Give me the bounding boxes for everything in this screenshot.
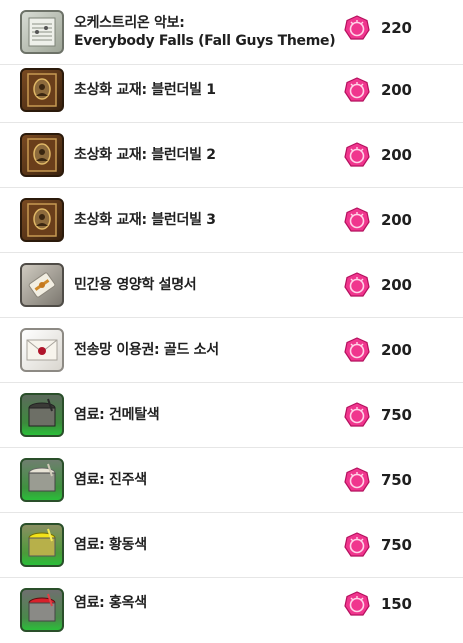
item-name: 전송망 이용권: 골드 소서 [74,318,344,382]
item-name-line1: 염료: 건메탈색 [74,407,160,423]
list-item[interactable]: 민간용 영양학 설명서 200 [0,253,463,318]
portrait-book-icon [20,133,64,177]
price-value: 750 [381,536,412,554]
portrait-book-icon [20,198,64,242]
currency-coin-icon [344,337,370,362]
dye-pot-icon [20,588,64,632]
price-value: 200 [381,341,412,359]
currency-coin-icon [344,402,370,427]
price-value: 750 [381,471,412,489]
music-sheet-icon [20,10,64,54]
item-name-line1: 오케스트리온 악보: [74,15,185,31]
list-item[interactable]: 초상화 교재: 블런더빌 3 200 [0,188,463,253]
item-price: 220 [344,15,412,41]
item-name: 오케스트리온 악보: Everybody Falls (Fall Guys Th… [74,0,344,64]
item-name: 초상화 교재: 블런더빌 2 [74,123,344,187]
list-item[interactable]: 염료: 홍옥색 150 [0,578,463,643]
dye-pot-icon [20,393,64,437]
item-price: 200 [344,337,412,363]
list-item[interactable]: 초상화 교재: 블런더빌 1 200 [0,58,463,123]
currency-coin-icon [344,15,370,40]
sealed-letter-icon [20,328,64,372]
list-item[interactable]: 오케스트리온 악보: Everybody Falls (Fall Guys Th… [0,0,463,65]
list-item[interactable]: 염료: 건메탈색 750 [0,383,463,448]
item-name: 염료: 홍옥색 [74,578,344,628]
item-name-line1: 초상화 교재: 블런더빌 3 [74,212,216,228]
price-value: 200 [381,211,412,229]
item-name: 염료: 진주색 [74,448,344,512]
list-item[interactable]: 염료: 황동색 750 [0,513,463,578]
item-name-line1: 염료: 황동색 [74,537,147,553]
item-name: 염료: 건메탈색 [74,383,344,447]
item-name: 염료: 황동색 [74,513,344,577]
item-name-line1: 민간용 영양학 설명서 [74,277,197,293]
currency-coin-icon [344,142,370,167]
price-value: 750 [381,406,412,424]
item-price: 750 [344,467,412,493]
scroll-icon [20,263,64,307]
item-price: 150 [344,591,412,617]
list-item[interactable]: 전송망 이용권: 골드 소서 200 [0,318,463,383]
item-price: 200 [344,272,412,298]
currency-coin-icon [344,591,370,616]
dye-pot-icon [20,523,64,567]
item-name-line1: 초상화 교재: 블런더빌 2 [74,147,216,163]
currency-coin-icon [344,272,370,297]
price-value: 150 [381,595,412,613]
item-price: 750 [344,532,412,558]
portrait-book-icon [20,68,64,112]
item-name-line1: 전송망 이용권: 골드 소서 [74,342,219,358]
item-name-line1: 염료: 홍옥색 [74,595,147,611]
item-name-line1: 초상화 교재: 블런더빌 1 [74,82,216,98]
item-price: 200 [344,77,412,103]
item-name: 민간용 영양학 설명서 [74,253,344,317]
dye-pot-icon [20,458,64,502]
list-item[interactable]: 초상화 교재: 블런더빌 2 200 [0,123,463,188]
currency-coin-icon [344,467,370,492]
item-price: 200 [344,207,412,233]
item-name: 초상화 교재: 블런더빌 3 [74,188,344,252]
currency-coin-icon [344,532,370,557]
price-value: 200 [381,81,412,99]
item-name-line2: Everybody Falls (Fall Guys Theme) [74,33,336,49]
price-value: 200 [381,276,412,294]
price-value: 220 [381,19,412,37]
currency-coin-icon [344,77,370,102]
item-name: 초상화 교재: 블런더빌 1 [74,58,344,122]
price-value: 200 [381,146,412,164]
item-price: 200 [344,142,412,168]
item-price: 750 [344,402,412,428]
currency-coin-icon [344,207,370,232]
list-item[interactable]: 염료: 진주색 750 [0,448,463,513]
item-name-line1: 염료: 진주색 [74,472,147,488]
